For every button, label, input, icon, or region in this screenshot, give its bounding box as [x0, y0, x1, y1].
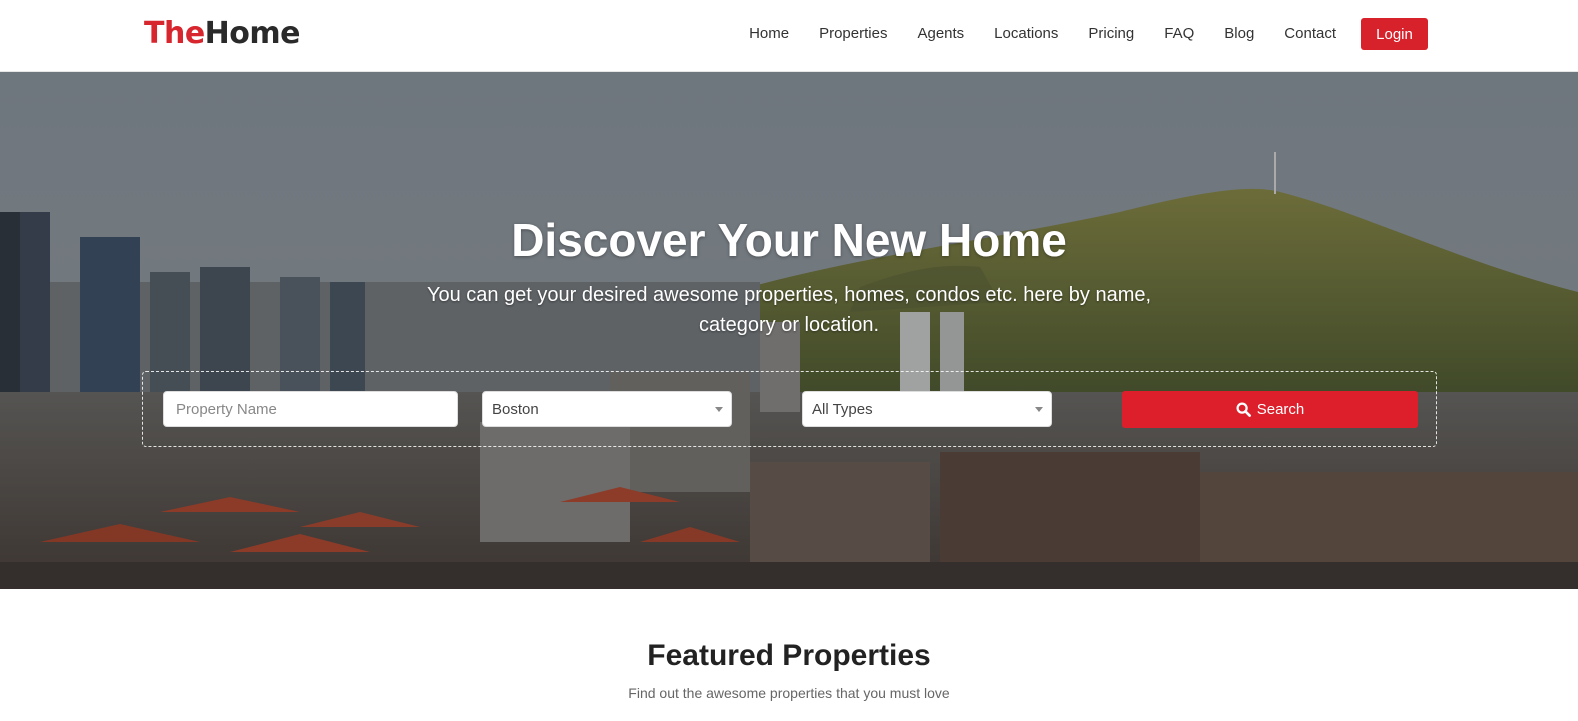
main-nav: Home Properties Agents Locations Pricing…: [749, 18, 1428, 50]
nav-blog[interactable]: Blog: [1224, 18, 1254, 50]
nav-agents[interactable]: Agents: [917, 18, 964, 50]
hero-section: Discover Your New Home You can get your …: [0, 72, 1578, 589]
nav-properties[interactable]: Properties: [819, 18, 887, 50]
caret-down-icon: [715, 407, 723, 412]
featured-title: Featured Properties: [647, 639, 931, 672]
search-button-label: Search: [1256, 401, 1305, 418]
site-header: TheHome Home Properties Agents Locations…: [0, 0, 1578, 72]
featured-subtitle: Find out the awesome properties that you…: [628, 685, 950, 701]
nav-contact[interactable]: Contact: [1284, 18, 1336, 50]
login-button[interactable]: Login: [1361, 18, 1428, 50]
nav-locations[interactable]: Locations: [994, 18, 1058, 50]
hero-subtitle: You can get your desired awesome propert…: [426, 284, 1152, 336]
search-button[interactable]: Search: [1122, 391, 1418, 428]
city-select-value: Boston: [492, 400, 539, 418]
nav-home[interactable]: Home: [749, 18, 789, 50]
property-name-input[interactable]: [163, 391, 458, 427]
site-logo[interactable]: TheHome: [144, 14, 301, 54]
search-form: Boston All Types Search: [142, 371, 1437, 447]
hero-title: Discover Your New Home: [511, 214, 1067, 266]
nav-faq[interactable]: FAQ: [1164, 18, 1194, 50]
logo-home: Home: [204, 16, 301, 51]
type-select[interactable]: All Types: [802, 391, 1052, 427]
type-select-value: All Types: [812, 400, 873, 418]
logo-the: The: [144, 16, 205, 51]
city-select[interactable]: Boston: [482, 391, 732, 427]
caret-down-icon: [1035, 407, 1043, 412]
nav-pricing[interactable]: Pricing: [1088, 18, 1134, 50]
search-icon: [1236, 402, 1251, 417]
